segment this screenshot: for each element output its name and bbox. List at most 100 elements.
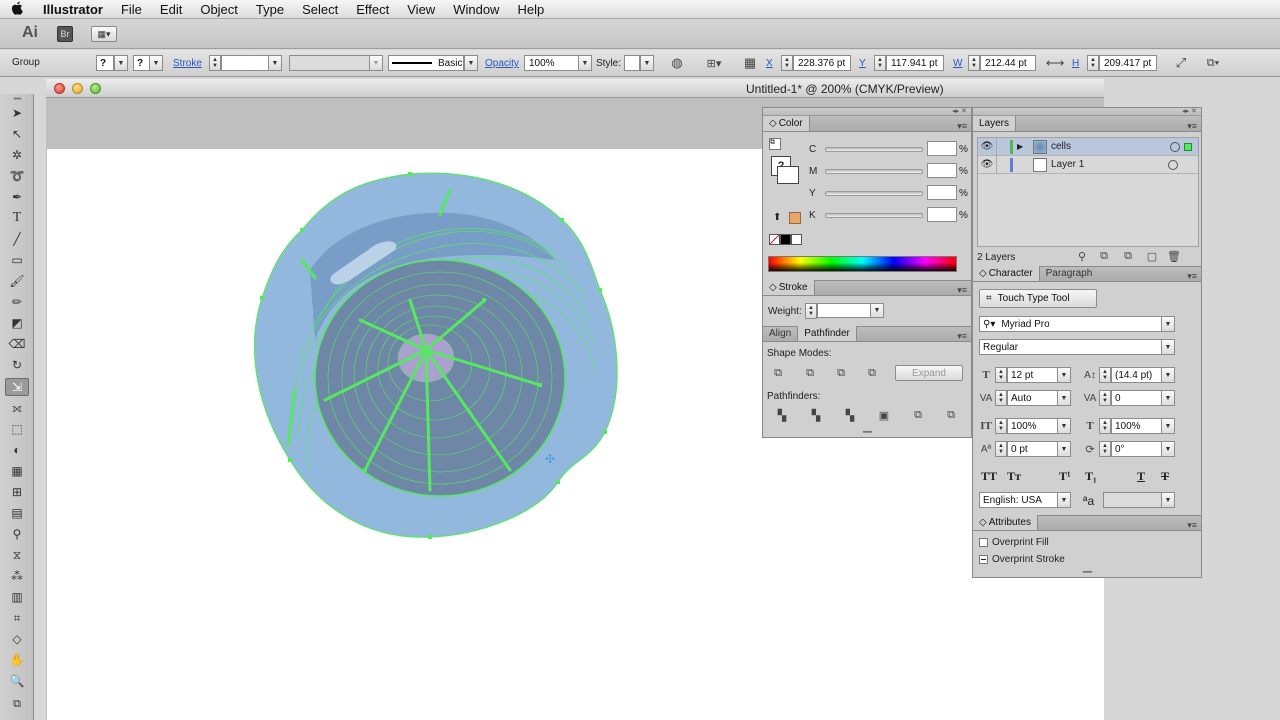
channel-k-input[interactable]	[927, 207, 957, 222]
perspective-grid-tool-icon[interactable]: ▦	[5, 462, 29, 480]
font-family-dropdown[interactable]: ▼	[1161, 316, 1175, 332]
white-swatch[interactable]	[791, 234, 802, 245]
type-tool-icon[interactable]: T	[5, 209, 29, 227]
layer-name[interactable]: cells	[1051, 141, 1170, 152]
eraser-tool-icon[interactable]: ⌫	[5, 335, 29, 353]
channel-y-input[interactable]	[927, 185, 957, 200]
rectangle-tool-icon[interactable]: ▭	[5, 251, 29, 269]
blend-tool-icon[interactable]: ⧖	[5, 546, 29, 564]
recolor-artwork-icon[interactable]: ◍	[668, 55, 686, 71]
column-graph-tool-icon[interactable]: ▥	[5, 588, 29, 606]
weight-input[interactable]	[817, 303, 871, 318]
slice-tool-icon[interactable]: ◇	[5, 630, 29, 648]
menu-select[interactable]: Select	[293, 2, 347, 17]
layer-row[interactable]: 👁 ▶ cells	[978, 137, 1198, 156]
anti-aliasing-input[interactable]	[1103, 492, 1163, 508]
variable-width-profile[interactable]	[289, 55, 371, 71]
minus-back-icon[interactable]: ⧉	[944, 408, 958, 422]
tab-stroke[interactable]: ◇ Stroke	[763, 280, 815, 295]
app-menu[interactable]: Illustrator	[34, 2, 112, 17]
kerning-stepper[interactable]: ▲ ▼	[995, 390, 1007, 406]
all-caps-icon[interactable]: TT	[981, 469, 997, 484]
transform-icon[interactable]: ⤢	[1172, 55, 1190, 71]
out-of-gamut-swatch[interactable]	[789, 212, 801, 224]
channel-m-slider[interactable]	[825, 169, 923, 174]
vertical-scale-input[interactable]: 100%	[1007, 418, 1059, 434]
panel-resize-grip[interactable]: ▪▪▪▪▪▪	[973, 569, 1201, 576]
opacity-input[interactable]: 100%	[524, 55, 580, 71]
panel-resize-grip[interactable]: ▪▪▪▪▪▪	[763, 429, 971, 436]
apple-menu-icon[interactable]	[0, 1, 34, 18]
tab-pathfinder[interactable]: Pathfinder	[798, 326, 857, 341]
tab-align[interactable]: Align	[763, 326, 799, 341]
arrange-documents-button[interactable]: ▦▾	[91, 26, 117, 42]
new-layer-icon[interactable]: ▢	[1145, 249, 1159, 263]
new-sublayer-icon[interactable]: ⧉	[1121, 249, 1135, 263]
selection-tool-icon[interactable]: ➤	[5, 104, 29, 122]
channel-c-input[interactable]	[927, 141, 957, 156]
horizontal-scale-stepper[interactable]: ▲ ▼	[1099, 418, 1111, 434]
leading-input[interactable]: (14.4 pt)	[1111, 367, 1163, 383]
font-style-dropdown[interactable]: ▼	[1161, 339, 1175, 355]
none-swatch[interactable]	[769, 234, 780, 245]
line-tool-icon[interactable]: ╱	[5, 230, 29, 248]
channel-c-slider[interactable]	[825, 147, 923, 152]
black-swatch[interactable]	[780, 234, 791, 245]
rotate-tool-icon[interactable]: ↻	[5, 356, 29, 374]
paintbrush-tool-icon[interactable]: 🖌	[5, 272, 29, 290]
y-link[interactable]: Y	[859, 58, 866, 69]
small-caps-icon[interactable]: Tт	[1007, 469, 1021, 484]
intersect-icon[interactable]: ⧉	[834, 366, 848, 380]
menu-file[interactable]: File	[112, 2, 151, 17]
bridge-button[interactable]: Br	[57, 26, 73, 42]
magic-wand-tool-icon[interactable]: ✲	[5, 146, 29, 164]
expand-button[interactable]: Expand	[895, 365, 963, 381]
opacity-dropdown[interactable]: ▼	[578, 55, 592, 71]
merge-icon[interactable]: ▚	[843, 408, 857, 422]
panel-options-icon[interactable]: ⧉▾	[1198, 55, 1228, 71]
target-icon[interactable]	[1170, 141, 1180, 152]
overprint-stroke-checkbox[interactable]	[979, 555, 988, 564]
outline-icon[interactable]: ⧉	[911, 408, 925, 422]
target-icon[interactable]	[1168, 159, 1178, 170]
fill-stroke-swap-icon[interactable]: ⧉	[5, 695, 29, 713]
graphic-style-dropdown[interactable]: ▼	[640, 55, 654, 71]
anti-aliasing-dropdown[interactable]: ▼	[1161, 492, 1175, 508]
x-link[interactable]: X	[766, 58, 773, 69]
tracking-input[interactable]: 0	[1111, 390, 1163, 406]
expand-arrow-icon[interactable]: ▶	[1017, 142, 1029, 151]
align-options-icon[interactable]: ⊞▾	[703, 55, 725, 71]
subscript-icon[interactable]: T₁	[1085, 469, 1097, 484]
x-input[interactable]: 228.376 pt	[793, 55, 851, 71]
make-clipping-mask-icon[interactable]: ⧉	[1097, 249, 1111, 263]
free-transform-tool-icon[interactable]: ⬚	[5, 420, 29, 438]
panel-menu-icon[interactable]: ▾≡	[1187, 521, 1201, 530]
cell-artwork[interactable]: ✣	[240, 160, 640, 550]
pencil-tool-icon[interactable]: ✏	[5, 293, 29, 311]
menu-help[interactable]: Help	[508, 2, 553, 17]
symbol-sprayer-tool-icon[interactable]: ⁂	[5, 567, 29, 585]
h-link[interactable]: H	[1072, 58, 1079, 69]
fill-swap-icon[interactable]: ⧉	[769, 138, 781, 150]
blob-brush-tool-icon[interactable]: ◩	[5, 314, 29, 332]
underline-icon[interactable]: T	[1137, 469, 1145, 484]
crop-icon[interactable]: ▣	[877, 408, 891, 422]
tab-attributes[interactable]: ◇ Attributes	[973, 515, 1038, 530]
x-stepper[interactable]: ▲ ▼	[781, 55, 793, 71]
minimize-window-icon[interactable]	[72, 83, 83, 94]
font-size-stepper[interactable]: ▲ ▼	[995, 367, 1007, 383]
baseline-shift-input[interactable]: 0 pt	[1007, 441, 1059, 457]
menu-edit[interactable]: Edit	[151, 2, 191, 17]
lasso-tool-icon[interactable]: ➰	[5, 167, 29, 185]
selection-indicator[interactable]	[1184, 142, 1192, 151]
brush-definition[interactable]: Basic	[388, 55, 464, 71]
panel-menu-icon[interactable]: ▾≡	[1187, 122, 1201, 131]
fill-dropdown[interactable]: ▼	[114, 55, 128, 71]
w-link[interactable]: W	[953, 58, 962, 69]
brush-dropdown[interactable]: ▼	[464, 55, 478, 71]
stroke-weight-dropdown[interactable]: ▼	[268, 55, 282, 71]
leading-dropdown[interactable]: ▼	[1161, 367, 1175, 383]
graphic-style-swatch[interactable]	[624, 55, 640, 71]
strikethrough-icon[interactable]: T	[1161, 469, 1169, 484]
stroke-weight-input[interactable]	[221, 55, 269, 71]
